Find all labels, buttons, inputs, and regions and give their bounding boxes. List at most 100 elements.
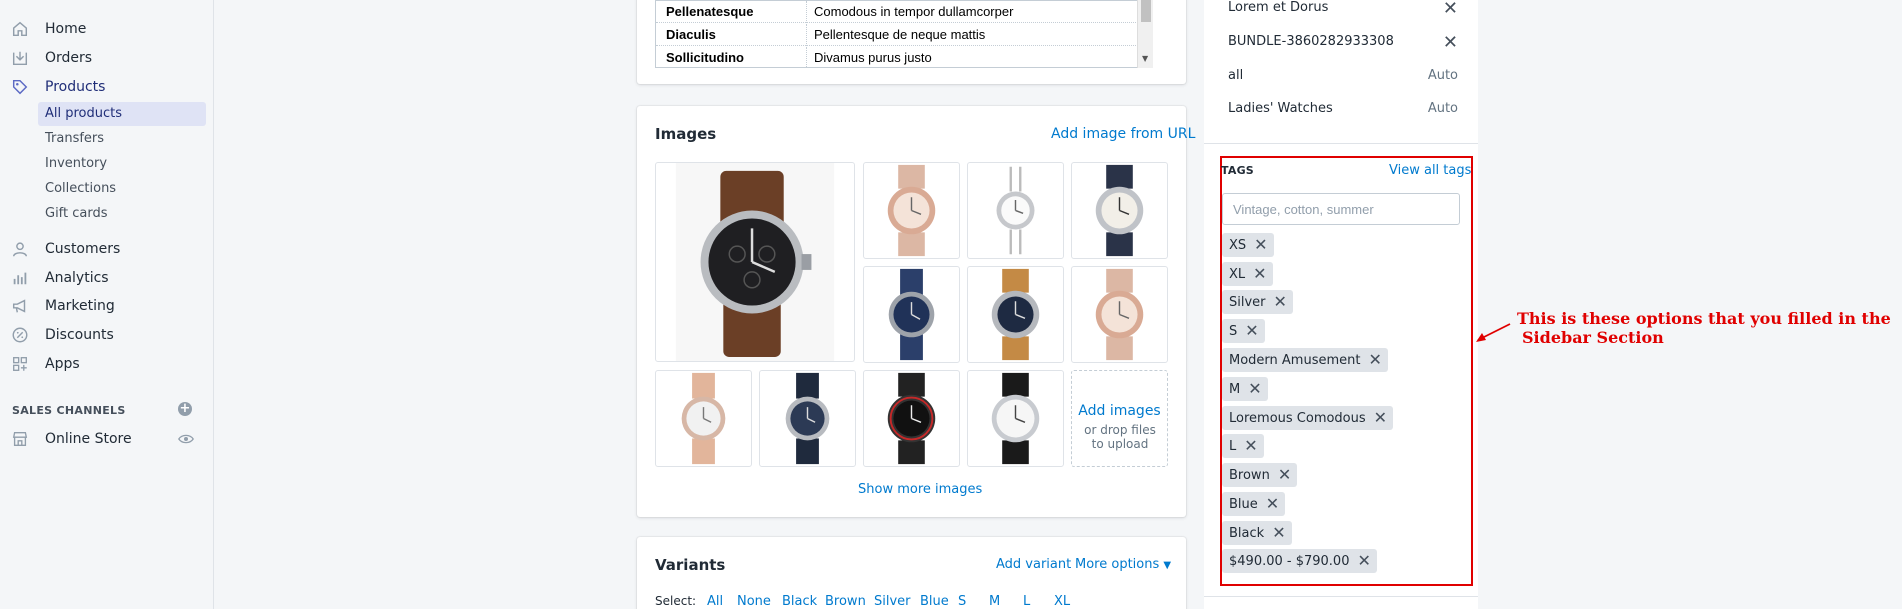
- tag-chip: Blue ✕: [1222, 492, 1286, 516]
- attributes-scrollbar[interactable]: ▼: [1137, 0, 1153, 68]
- select-option-brown[interactable]: Brown: [825, 594, 866, 609]
- customers-icon: [12, 242, 28, 257]
- tag-chip: Brown ✕: [1222, 463, 1298, 487]
- tag-chip: Black ✕: [1222, 521, 1292, 545]
- watch-icon: [888, 268, 935, 361]
- nav-home[interactable]: Home: [0, 15, 214, 43]
- show-more-images-link[interactable]: Show more images: [858, 482, 982, 497]
- nav-analytics-label: Analytics: [45, 270, 109, 286]
- nav-inventory[interactable]: Inventory: [38, 152, 206, 176]
- nav-transfers[interactable]: Transfers: [38, 127, 206, 151]
- divider: [806, 1, 807, 23]
- more-options-dropdown[interactable]: More options ▼: [1075, 557, 1171, 572]
- nav-collections[interactable]: Collections: [38, 177, 206, 201]
- remove-tag-icon[interactable]: ✕: [1266, 496, 1279, 512]
- store-icon: [12, 432, 28, 446]
- remove-tag-icon[interactable]: ✕: [1248, 381, 1261, 397]
- add-variant-link[interactable]: Add variant: [996, 557, 1071, 572]
- image-dropzone[interactable]: Add images or drop files to upload: [1071, 370, 1168, 467]
- remove-tag-icon[interactable]: ✕: [1244, 438, 1257, 454]
- remove-tag-icon[interactable]: ✕: [1254, 237, 1267, 253]
- nav-gift-cards[interactable]: Gift cards: [38, 202, 206, 226]
- nav-transfers-label: Transfers: [45, 131, 105, 146]
- nav-analytics[interactable]: Analytics: [0, 264, 214, 292]
- watch-icon: [1095, 164, 1144, 257]
- product-image[interactable]: [863, 266, 960, 363]
- remove-tag-icon[interactable]: ✕: [1274, 294, 1287, 310]
- nav-marketing[interactable]: Marketing: [0, 292, 214, 320]
- remove-tag-icon[interactable]: ✕: [1253, 266, 1266, 282]
- scrollbar-thumb[interactable]: [1141, 0, 1151, 22]
- tags-input[interactable]: [1223, 194, 1459, 224]
- product-image[interactable]: [655, 370, 752, 467]
- tag-label: S: [1229, 323, 1238, 339]
- select-option-s[interactable]: S: [958, 594, 966, 609]
- select-option-m[interactable]: M: [989, 594, 1000, 609]
- nav-online-store-label: Online Store: [45, 431, 132, 447]
- product-image[interactable]: [967, 266, 1064, 363]
- tag-chip: XL ✕: [1222, 262, 1273, 286]
- tag-label: $490.00 - $790.00: [1229, 553, 1350, 569]
- add-images-link[interactable]: Add images: [1072, 403, 1167, 419]
- caret-down-icon: ▼: [1163, 560, 1172, 571]
- add-image-from-url-link[interactable]: Add image from URL: [1051, 126, 1195, 142]
- tag-chip: Loremous Comodous ✕: [1222, 406, 1394, 430]
- product-image[interactable]: [863, 370, 960, 467]
- select-option-black[interactable]: Black: [782, 594, 817, 609]
- remove-tag-icon[interactable]: ✕: [1272, 525, 1285, 541]
- product-image[interactable]: [759, 370, 856, 467]
- nav-apps[interactable]: Apps: [0, 350, 214, 378]
- remove-collection-icon[interactable]: ✕: [1443, 32, 1458, 53]
- sales-channels-heading: SALES CHANNELS: [12, 404, 126, 417]
- remove-collection-icon[interactable]: ✕: [1443, 0, 1458, 19]
- divider: [1204, 596, 1478, 597]
- watch-icon: [887, 164, 936, 257]
- watch-icon: [1095, 268, 1144, 361]
- nav-online-store[interactable]: Online Store: [0, 425, 214, 453]
- nav-products[interactable]: Products: [0, 73, 214, 101]
- collection-name: all: [1228, 68, 1244, 83]
- scroll-down-icon[interactable]: ▼: [1142, 54, 1148, 63]
- product-image[interactable]: [1071, 162, 1168, 259]
- collection-type: Auto: [1427, 101, 1458, 116]
- select-option-none[interactable]: None: [737, 594, 771, 609]
- nav-collections-label: Collections: [45, 181, 117, 196]
- product-image[interactable]: [863, 162, 960, 259]
- collection-item: BUNDLE-3860282933308 ✕: [1228, 32, 1458, 54]
- remove-tag-icon[interactable]: ✕: [1245, 323, 1258, 339]
- sidebar: Home Orders Products All products Transf…: [0, 0, 214, 609]
- watch-icon: [785, 372, 830, 465]
- collection-name: BUNDLE-3860282933308: [1228, 34, 1394, 49]
- product-image[interactable]: [967, 162, 1064, 259]
- more-options-label: More options: [1075, 557, 1160, 572]
- nav-orders[interactable]: Orders: [0, 44, 214, 72]
- remove-tag-icon[interactable]: ✕: [1368, 352, 1381, 368]
- select-option-silver[interactable]: Silver: [874, 594, 911, 609]
- analytics-icon: [13, 272, 27, 285]
- watch-icon: [887, 372, 936, 465]
- tag-chip: XS ✕: [1222, 233, 1274, 257]
- divider: [806, 24, 807, 46]
- collection-type: Auto: [1427, 68, 1458, 83]
- eye-icon[interactable]: [178, 432, 194, 446]
- product-image[interactable]: [967, 370, 1064, 467]
- tags-title: TAGS: [1221, 164, 1254, 177]
- remove-tag-icon[interactable]: ✕: [1374, 410, 1387, 426]
- select-option-blue[interactable]: Blue: [920, 594, 949, 609]
- select-option-all[interactable]: All: [707, 594, 723, 609]
- select-option-l[interactable]: L: [1023, 594, 1030, 609]
- tag-label: XL: [1229, 266, 1246, 282]
- product-image[interactable]: [1071, 266, 1168, 363]
- product-image-main[interactable]: [655, 162, 855, 362]
- nav-customers[interactable]: Customers: [0, 235, 214, 263]
- select-option-xl[interactable]: XL: [1054, 594, 1070, 609]
- tag-label: M: [1229, 381, 1241, 397]
- add-sales-channel-icon[interactable]: +: [178, 402, 192, 416]
- remove-tag-icon[interactable]: ✕: [1278, 467, 1291, 483]
- nav-discounts[interactable]: Discounts: [0, 321, 214, 349]
- watch-icon: [991, 268, 1040, 361]
- tag-label: Blue: [1229, 496, 1258, 512]
- nav-all-products[interactable]: All products: [38, 102, 206, 126]
- view-all-tags-link[interactable]: View all tags: [1389, 163, 1471, 178]
- remove-tag-icon[interactable]: ✕: [1357, 553, 1370, 569]
